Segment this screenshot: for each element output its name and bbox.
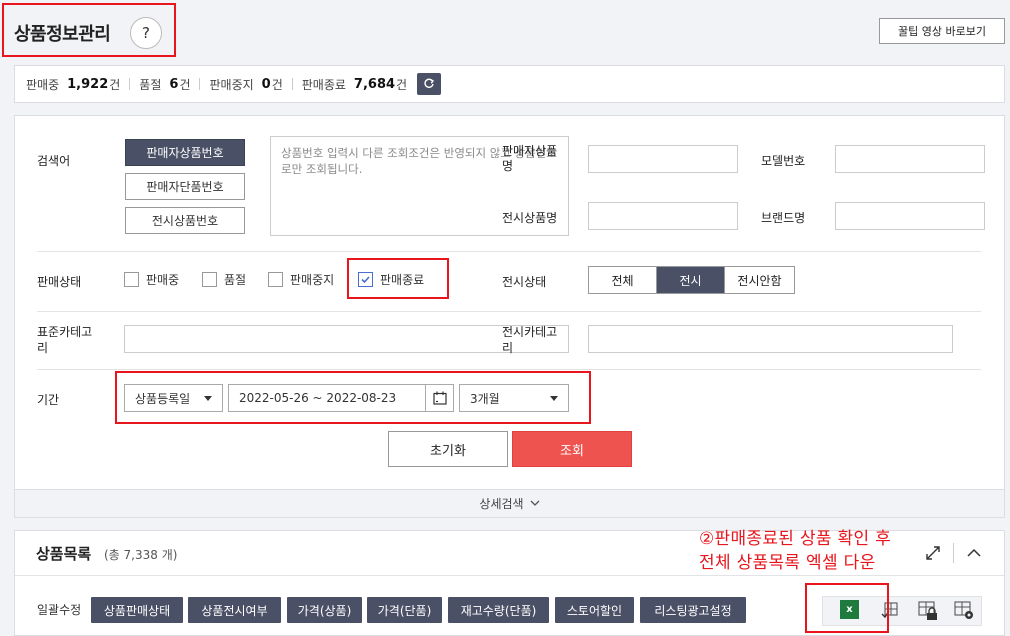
seller-product-name-label: 판매자상품명	[502, 144, 558, 173]
title-highlight-box	[2, 3, 176, 57]
std-category-label: 표준카테고리	[37, 325, 93, 355]
product-list-total: (총 7,338 개)	[104, 548, 178, 562]
tip-video-button[interactable]: 꿀팁 영상 바로보기	[879, 18, 1005, 44]
lock-grid-icon[interactable]	[918, 601, 938, 624]
brand-name-input[interactable]	[835, 202, 985, 230]
keyword-label: 검색어	[37, 154, 71, 168]
bulk-stock-button[interactable]: 재고수량(단품)	[448, 597, 549, 623]
display-status-hidden[interactable]: 전시안함	[724, 267, 794, 293]
product-list-title: 상품목록	[36, 545, 92, 563]
detail-search-toggle[interactable]: 상세검색	[14, 489, 1005, 518]
display-status-label: 전시상태	[502, 275, 547, 289]
collapse-icon[interactable]	[966, 547, 982, 561]
divider	[37, 251, 981, 252]
divider	[129, 78, 131, 90]
divider	[37, 311, 981, 312]
period-highlight-box	[115, 371, 591, 424]
bulk-edit-label: 일괄수정	[37, 603, 82, 617]
status-ended[interactable]: 판매종료 7,684 건	[302, 76, 407, 93]
divider	[199, 78, 201, 90]
excel-highlight-box	[805, 583, 889, 633]
grid-settings-icon[interactable]	[954, 601, 976, 624]
seller-product-no-button[interactable]: 판매자상품번호	[125, 139, 245, 166]
status-selling[interactable]: 판매중 1,922 건	[26, 76, 120, 93]
checkbox-selling[interactable]: 판매중	[124, 271, 179, 288]
search-button[interactable]: 조회	[512, 431, 632, 467]
checkbox-suspended[interactable]: 판매중지	[268, 271, 334, 288]
status-summary-bar: 판매중 1,922 건 품절 6 건 판매중지 0 건 판매종료 7,684 건	[14, 65, 1005, 103]
refresh-icon[interactable]	[417, 73, 442, 95]
sale-status-label: 판매상태	[37, 275, 82, 289]
model-no-input[interactable]	[835, 145, 985, 173]
display-product-name-input[interactable]	[588, 202, 738, 230]
seller-product-name-input[interactable]	[588, 145, 738, 173]
bulk-price-product-button[interactable]: 가격(상품)	[287, 597, 362, 623]
annotation-line-2: 전체 상품목록 엑셀 다운	[699, 553, 876, 573]
brand-name-label: 브랜드명	[761, 211, 806, 225]
bulk-listing-ad-button[interactable]: 리스팅광고설정	[640, 597, 746, 623]
bulk-price-item-button[interactable]: 가격(단품)	[367, 597, 442, 623]
period-label: 기간	[37, 393, 60, 407]
expand-icon[interactable]	[925, 545, 941, 564]
display-category-input[interactable]	[588, 325, 953, 353]
display-status-all[interactable]: 전체	[589, 267, 657, 293]
bulk-store-discount-button[interactable]: 스토어할인	[555, 597, 634, 623]
display-product-no-button[interactable]: 전시상품번호	[125, 207, 245, 234]
display-product-name-label: 전시상품명	[502, 211, 558, 225]
ended-checkbox-highlight-box	[347, 258, 449, 299]
annotation-line-1: ②판매종료된 상품 확인 후	[699, 529, 892, 549]
reset-button[interactable]: 초기화	[388, 431, 508, 467]
chevron-down-icon	[530, 500, 540, 506]
divider	[37, 369, 981, 370]
divider	[953, 543, 954, 563]
divider	[291, 78, 293, 90]
divider	[15, 575, 1004, 576]
status-soldout[interactable]: 품절 6 건	[139, 76, 190, 93]
bulk-sale-status-button[interactable]: 상품판매상태	[91, 597, 183, 623]
seller-item-no-button[interactable]: 판매자단품번호	[125, 173, 245, 200]
display-category-label: 전시카테고리	[502, 325, 558, 355]
checkbox-soldout[interactable]: 품절	[202, 271, 246, 288]
model-no-label: 모델번호	[761, 154, 806, 168]
display-status-segment: 전체 전시 전시안함	[588, 266, 795, 294]
status-suspended[interactable]: 판매중지 0 건	[209, 76, 282, 93]
bulk-display-button[interactable]: 상품전시여부	[188, 597, 281, 623]
display-status-shown[interactable]: 전시	[657, 267, 724, 293]
